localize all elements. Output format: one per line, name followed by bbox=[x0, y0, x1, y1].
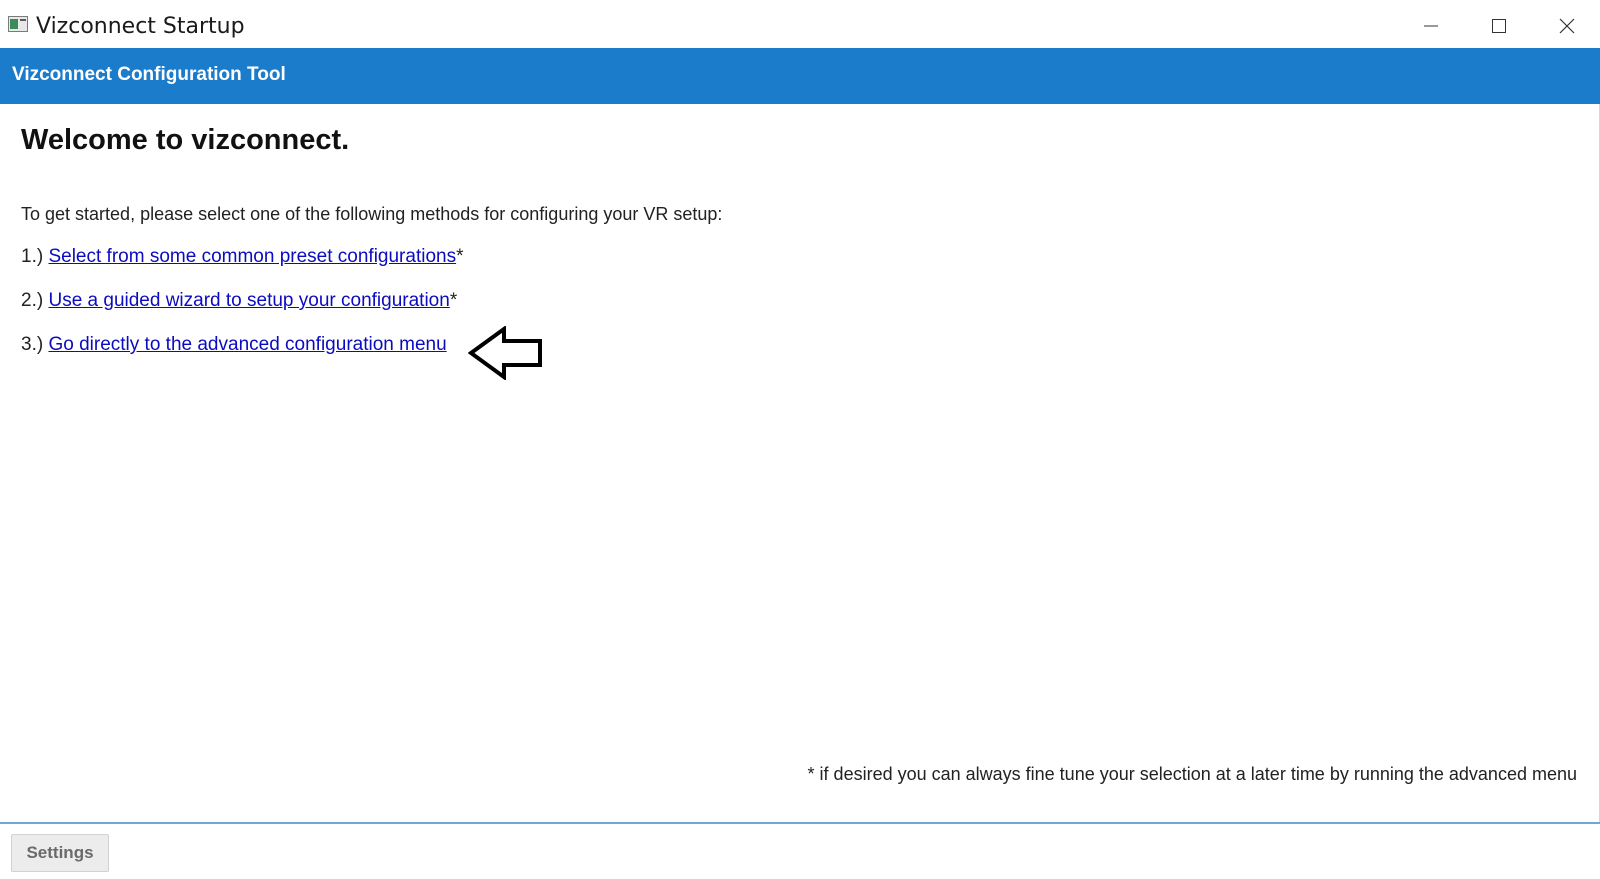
header-title: Vizconnect Configuration Tool bbox=[12, 64, 286, 85]
option-suffix: * bbox=[449, 290, 458, 311]
left-arrow-icon bbox=[468, 326, 542, 380]
minimize-icon bbox=[1424, 25, 1438, 27]
advanced-configuration-link[interactable]: Go directly to the advanced configuratio… bbox=[48, 334, 446, 355]
close-icon bbox=[1559, 18, 1575, 34]
settings-button[interactable]: Settings bbox=[11, 834, 109, 872]
main-content: Welcome to vizconnect. To get started, p… bbox=[0, 104, 1600, 822]
window-title: Vizconnect Startup bbox=[36, 14, 245, 39]
option-advanced: 3.) Go directly to the advanced configur… bbox=[21, 334, 447, 356]
footnote-text: * if desired you can always fine tune yo… bbox=[807, 764, 1577, 784]
app-window-icon bbox=[8, 16, 28, 32]
option-preset: 1.) Select from some common preset confi… bbox=[21, 246, 464, 268]
guided-wizard-link[interactable]: Use a guided wizard to setup your config… bbox=[48, 290, 449, 311]
header-bar: Vizconnect Configuration Tool bbox=[0, 48, 1600, 104]
close-button[interactable] bbox=[1534, 4, 1600, 48]
preset-configurations-link[interactable]: Select from some common preset configura… bbox=[48, 246, 456, 267]
minimize-button[interactable] bbox=[1398, 4, 1464, 48]
intro-text: To get started, please select one of the… bbox=[21, 204, 723, 224]
option-number: 1.) bbox=[21, 246, 44, 267]
option-suffix: * bbox=[456, 246, 464, 267]
welcome-heading: Welcome to vizconnect. bbox=[21, 124, 350, 156]
maximize-icon bbox=[1492, 19, 1506, 33]
bottom-bar: Settings bbox=[0, 822, 1600, 879]
window-titlebar[interactable]: Vizconnect Startup bbox=[0, 4, 1600, 48]
option-number: 3.) bbox=[21, 334, 44, 355]
option-wizard: 2.) Use a guided wizard to setup your co… bbox=[21, 290, 457, 312]
option-number: 2.) bbox=[21, 290, 44, 311]
maximize-button[interactable] bbox=[1466, 4, 1532, 48]
